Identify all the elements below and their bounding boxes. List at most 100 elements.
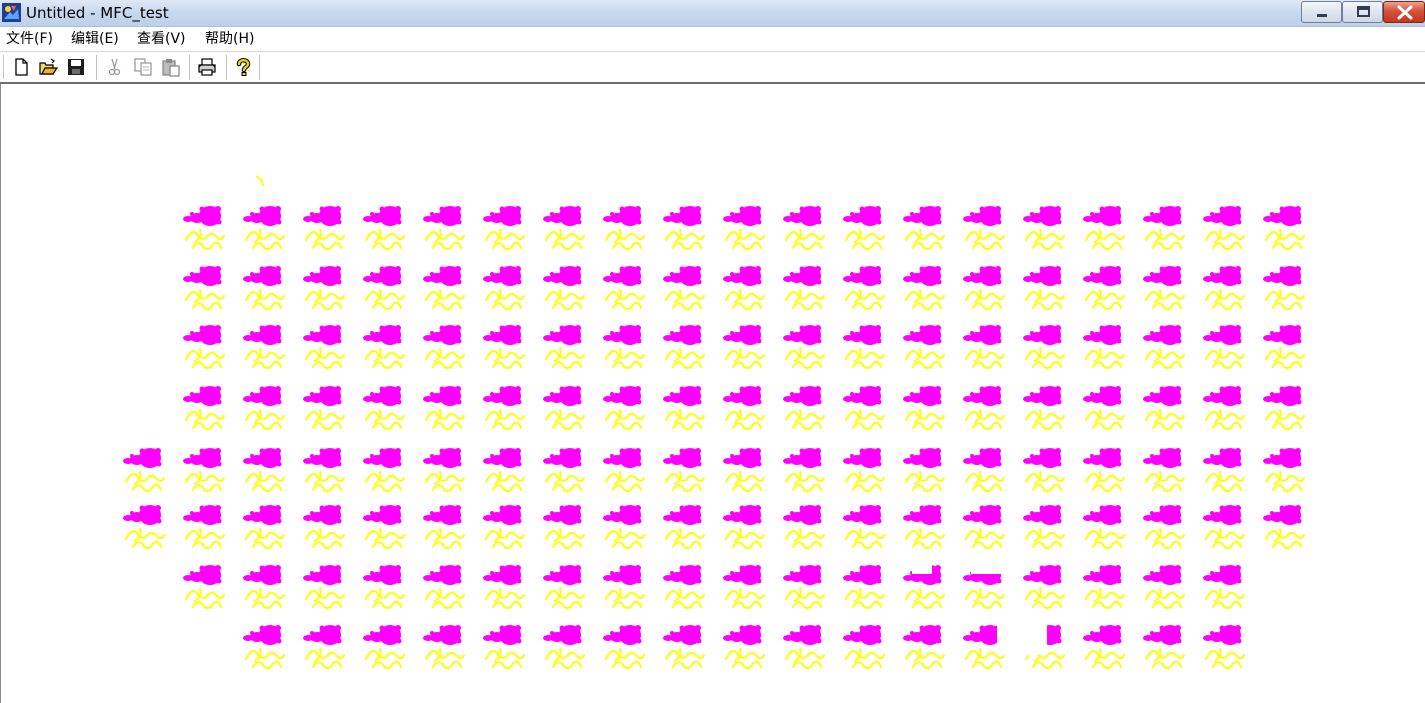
sprite: [482, 265, 525, 310]
sprite: [662, 205, 705, 250]
sprite: [302, 385, 345, 430]
sprite: [1082, 564, 1125, 609]
help-question-icon: [236, 58, 251, 76]
sprite: [482, 385, 525, 430]
sprite: [1082, 385, 1125, 430]
close-button[interactable]: [1383, 1, 1425, 23]
sprite: [542, 385, 585, 430]
sprite: [362, 205, 405, 250]
sprite: [782, 265, 825, 310]
sprite: [602, 265, 645, 310]
sprite: [1262, 447, 1305, 492]
sprite: [422, 447, 465, 492]
sprite: [782, 447, 825, 492]
sprite: [542, 564, 585, 609]
document-canvas[interactable]: [0, 84, 1425, 703]
sprite: [962, 205, 1005, 250]
sprite: [1202, 504, 1245, 549]
new-document-button[interactable]: [11, 57, 31, 77]
sprite: [842, 324, 885, 369]
sprite: [422, 265, 465, 310]
sprite: [722, 385, 765, 430]
open-button[interactable]: [38, 57, 59, 77]
sprite: [182, 564, 225, 609]
sprite: [362, 624, 405, 669]
sprite: [242, 324, 285, 369]
sprite: [182, 324, 225, 369]
sprite: [1202, 564, 1245, 609]
sprite: [842, 385, 885, 430]
cleared-patch: [912, 564, 932, 574]
sprite: [602, 385, 645, 430]
sprite: [242, 447, 285, 492]
sprite: [842, 564, 885, 609]
sprite: [302, 205, 345, 250]
sprite: [842, 624, 885, 669]
sprite: [962, 324, 1005, 369]
sprite: [482, 324, 525, 369]
stray-mark: [255, 175, 264, 187]
sprite: [122, 504, 165, 549]
print-icon: [198, 58, 216, 76]
sprite: [1262, 265, 1305, 310]
sprite: [722, 564, 765, 609]
cut-button[interactable]: [104, 57, 124, 77]
sprite: [302, 564, 345, 609]
sprite: [1202, 265, 1245, 310]
sprite: [1082, 624, 1125, 669]
sprite: [902, 324, 945, 369]
sprite: [722, 504, 765, 549]
sprite: [1142, 624, 1185, 669]
print-button[interactable]: [197, 57, 217, 77]
paste-button[interactable]: [161, 57, 181, 77]
sprite: [1082, 324, 1125, 369]
toolbar-separator: [189, 55, 190, 80]
sprite: [242, 205, 285, 250]
sprite: [902, 447, 945, 492]
save-button[interactable]: [66, 57, 86, 77]
sprite: [902, 624, 945, 669]
sprite: [1022, 265, 1065, 310]
sprite: [422, 504, 465, 549]
sprite: [782, 564, 825, 609]
sprite: [1022, 447, 1065, 492]
new-document-icon: [15, 58, 28, 76]
sprite: [602, 624, 645, 669]
sprite: [902, 385, 945, 430]
sprite: [362, 447, 405, 492]
sprite: [542, 624, 585, 669]
sprite: [122, 447, 165, 492]
sprite: [722, 624, 765, 669]
menu-help[interactable]: 帮助(H): [205, 31, 254, 48]
sprite: [962, 447, 1005, 492]
sprite: [362, 504, 405, 549]
sprite: [722, 265, 765, 310]
sprite: [1082, 504, 1125, 549]
sprite: [782, 624, 825, 669]
sprite: [602, 564, 645, 609]
menu-file[interactable]: 文件(F): [6, 31, 53, 48]
menu-view[interactable]: 查看(V): [137, 31, 186, 48]
sprite: [1142, 385, 1185, 430]
toolbar-grip[interactable]: [3, 55, 5, 79]
about-button[interactable]: [233, 57, 253, 77]
minimize-button[interactable]: [1301, 1, 1342, 23]
maximize-button[interactable]: [1342, 1, 1383, 23]
sprite: [602, 324, 645, 369]
menu-edit[interactable]: 编辑(E): [71, 31, 119, 48]
sprite: [1262, 205, 1305, 250]
sprite: [242, 504, 285, 549]
sprite: [182, 385, 225, 430]
sprite: [662, 624, 705, 669]
sprite: [722, 205, 765, 250]
copy-button[interactable]: [133, 57, 153, 77]
title-bar[interactable]: Untitled - MFC_test: [0, 0, 1425, 27]
sprite: [1262, 385, 1305, 430]
paste-icon: [162, 59, 180, 77]
sprite: [1142, 265, 1185, 310]
sprite: [302, 265, 345, 310]
sprite: [722, 447, 765, 492]
sprite: [302, 504, 345, 549]
sprite: [542, 447, 585, 492]
menu-bar: 文件(F) 编辑(E) 查看(V) 帮助(H): [0, 27, 1425, 52]
